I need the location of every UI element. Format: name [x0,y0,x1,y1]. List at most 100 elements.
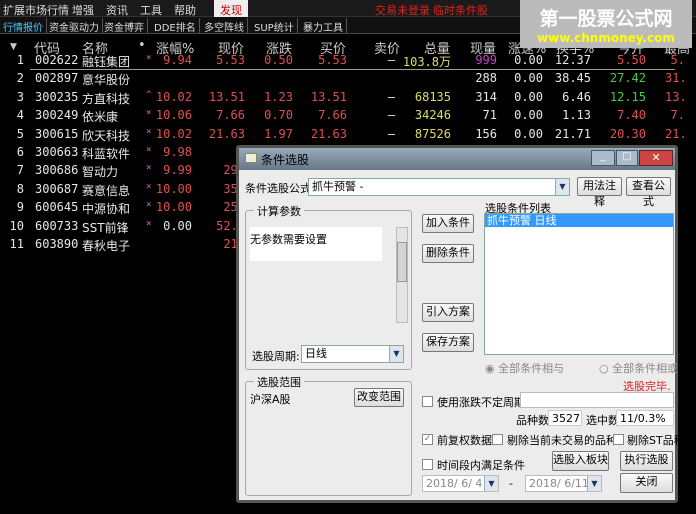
cell-pct: 10.02 [155,89,192,104]
import-scheme-button[interactable]: 引入方案 [422,303,474,322]
cell-high: 5. [670,53,685,67]
sort-arrow-icon[interactable]: ▼ [10,42,17,52]
cell-name: SST前锋 [82,220,129,235]
cell-bid: 5.53 [318,53,347,67]
chevron-down-icon[interactable]: ▼ [555,179,569,195]
time-cond-label: 时间段内满足条件 [437,459,525,472]
formula-select[interactable]: 抓牛预警 - ▼ [308,178,570,196]
use-period-label: 使用涨跌不定周期 [437,396,525,409]
cell-code: 300686 [35,163,79,178]
menu-enhance[interactable]: 增强 [72,2,94,18]
menu-help[interactable]: 帮助 [174,2,196,18]
cell-bid: 7.66 [318,108,347,123]
fq-checkbox[interactable]: ✓ [422,434,433,445]
cell-pct: 9.94 [163,53,192,67]
watermark-logo: 第一股票公式网 www.chnmoney.com [520,0,692,48]
menu-tools[interactable]: 工具 [140,2,162,18]
save-scheme-button[interactable]: 保存方案 [422,333,474,352]
cell-i: 6 [16,145,24,159]
fq-label: 前复权数据 [437,434,492,447]
cell-code: 300615 [35,126,79,141]
condition-list-item[interactable]: 抓牛预警 日线 [485,214,673,227]
cell-turn: 1.13 [562,108,591,123]
cell-turn: 38.45 [554,71,591,86]
params-scrollbar[interactable] [396,227,408,323]
temp-condition-status[interactable]: 临时条件股 [433,2,488,18]
chevron-down-icon[interactable]: ▼ [389,346,403,362]
cell-price: 5.53 [216,53,245,67]
maximize-button[interactable]: □ [616,150,638,166]
tab-power-tools[interactable]: 暴力工具 [300,18,347,34]
cell-name: 依米康 [82,110,119,125]
tab-fund-game[interactable]: 资金博弈 [101,18,148,34]
cell-pct: 9.98 [163,145,192,159]
menu-extended-market[interactable]: 扩展市场行情 [3,2,69,18]
selected-label: 选中数 [586,414,619,427]
cell-i: 5 [16,126,24,141]
cell-open: 12.15 [609,89,646,104]
to-block-button[interactable]: 选股入板块 [552,451,609,471]
cell-pct: 9.99 [163,163,192,178]
radio-and-label: 全部条件相与 [498,362,565,375]
cell-i: 2 [16,71,24,86]
condition-list[interactable]: 抓牛预警 日线 [484,213,674,355]
cell-turn: 12.37 [554,53,591,67]
watermark-title: 第一股票公式网 [539,8,673,30]
tab-long-short[interactable]: 多空阵线 [201,18,248,34]
radio-all-or[interactable]: ○ 全部条件相或 [599,360,678,376]
cell-turn: 21.71 [554,126,591,141]
cell-open: 5.50 [617,53,646,67]
dialog-title-bar[interactable]: 条件选股 _ □ ✕ [239,148,675,170]
radio-all-and[interactable]: ◉ 全部条件相与 [485,360,564,376]
period-input[interactable] [520,392,674,408]
cell-high: 31. [665,71,687,86]
tab-sup-stats[interactable]: SUP统计 [251,18,298,34]
cell-open: 7.40 [617,108,646,123]
chevron-down-icon[interactable]: ▼ [587,476,601,491]
minimize-button[interactable]: _ [591,150,615,166]
menu-news[interactable]: 资讯 [106,2,128,18]
delete-condition-button[interactable]: 删除条件 [422,244,474,263]
watermark-url: www.chnmoney.com [537,31,675,45]
date-to-picker[interactable]: 2018/ 6/11 ▼ [525,475,602,492]
menu-discover[interactable]: 发现 [214,0,248,17]
cell-i: 10 [9,218,24,233]
time-cond-checkbox[interactable] [422,459,433,470]
trade-login-status[interactable]: 交易未登录 [375,2,430,18]
run-selection-button[interactable]: 执行选股 [620,451,673,471]
cell-price: 7.66 [216,108,245,123]
use-period-checkbox[interactable] [422,396,433,407]
cell-name: 意华股份 [82,73,131,88]
chevron-down-icon[interactable]: ▼ [484,476,498,491]
exclude-untraded-checkbox[interactable] [492,434,503,445]
close-button[interactable]: 关闭 [620,473,673,493]
tab-fund-drive[interactable]: 资金驱动力 [46,18,103,34]
date-separator: - [509,477,513,490]
view-formula-button[interactable]: 查看公式 [626,177,671,208]
cell-spd: 0.00 [514,71,543,86]
cell-chg: 1.97 [264,126,293,141]
cell-price: 13.51 [208,89,245,104]
params-text: 无参数需要设置 [250,233,327,246]
tab-quotes[interactable]: 行情报价 [0,18,47,34]
close-window-button[interactable]: ✕ [639,150,673,166]
cell-spd: 0.00 [514,126,543,141]
change-range-button[interactable]: 改变范围 [354,388,404,407]
cell-code: 300687 [35,181,79,196]
date-from-picker[interactable]: 2018/ 6/ 4 ▼ [422,475,499,492]
cell-pct: 10.02 [155,126,192,141]
cell-i: 8 [16,181,24,196]
tab-dde-rank[interactable]: DDE排名 [151,18,200,34]
cell-ask: — [387,89,395,104]
add-condition-button[interactable]: 加入条件 [422,214,474,233]
radio-or-label: 全部条件相或 [612,362,679,375]
cell-bid: 21.63 [310,126,347,141]
period-select[interactable]: 日线 ▼ [301,345,404,363]
cell-price: 21.63 [208,126,245,141]
cell-code: 603890 [35,237,79,251]
usage-notes-button[interactable]: 用法注释 [577,177,622,208]
selected-value: 11/0.3% [616,410,674,426]
header-dot[interactable]: • [138,38,146,53]
exclude-st-checkbox[interactable] [613,434,624,445]
cell-vol: 34246 [414,108,451,123]
